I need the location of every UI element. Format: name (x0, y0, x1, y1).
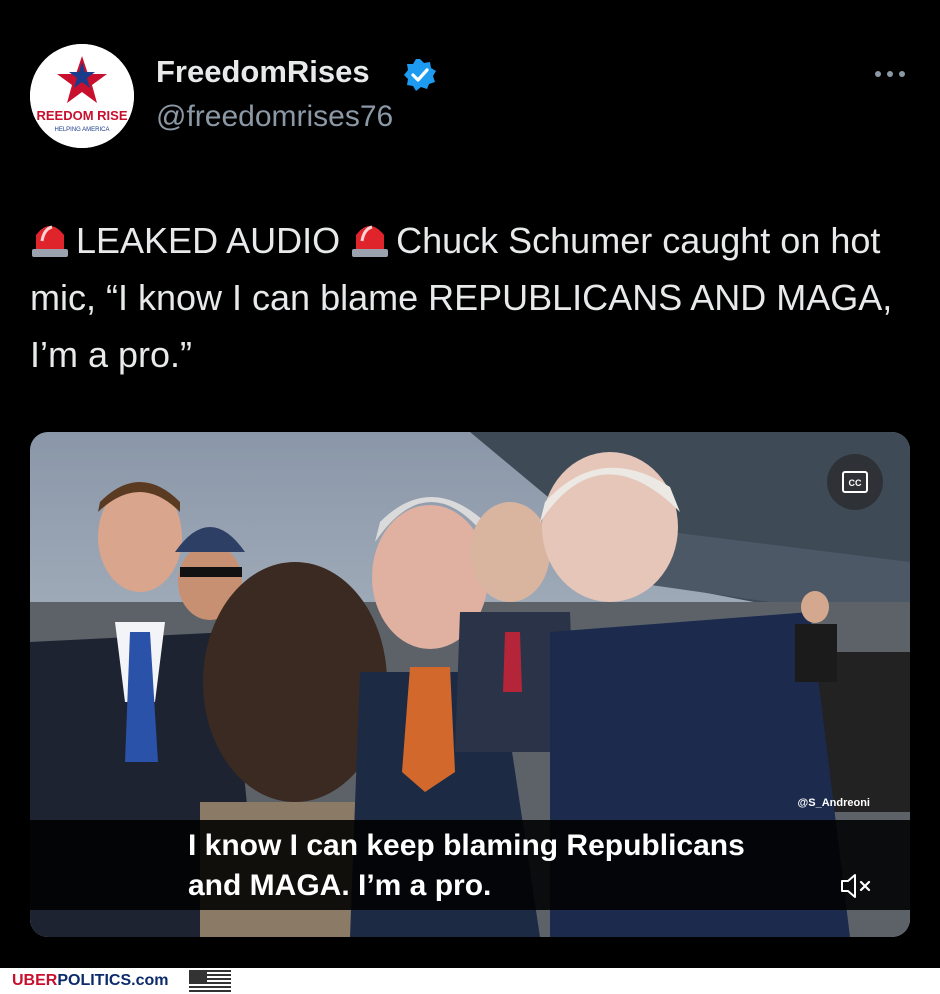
svg-text:CC: CC (849, 478, 862, 488)
speaker-muted-icon[interactable] (836, 868, 876, 904)
author-handle[interactable]: @freedomrises76 (156, 100, 393, 134)
freedom-rises-logo: REEDOM RISE HELPING AMERICA (30, 44, 134, 148)
svg-text:REEDOM RISE: REEDOM RISE (36, 108, 127, 123)
us-flag-icon (189, 970, 231, 992)
rotating-light-icon (352, 225, 389, 257)
video-credit: @S_Andreoni (797, 797, 870, 809)
closed-captions-button[interactable]: CC (827, 454, 883, 510)
more-options-icon[interactable] (870, 62, 910, 86)
closed-captions-icon: CC (842, 471, 868, 493)
author-avatar[interactable]: REEDOM RISE HELPING AMERICA (30, 44, 134, 148)
video-caption: I know I can keep blaming Republicans an… (188, 826, 745, 906)
rotating-light-icon (32, 225, 68, 257)
alert-label: LEAKED AUDIO (76, 220, 341, 261)
caption-line-1: I know I can keep blaming Republicans (188, 829, 745, 862)
author-display-name[interactable]: FreedomRises (156, 54, 370, 90)
site-footer: UBERPOLITICS.com (0, 968, 940, 994)
verified-badge-icon (404, 59, 436, 91)
site-brand[interactable]: UBERPOLITICS.com (12, 972, 168, 990)
caption-line-2: and MAGA. I’m a pro. (188, 869, 492, 902)
video-player[interactable]: CC @S_Andreoni I know I can keep blaming… (30, 432, 910, 937)
tweet-text: LEAKED AUDIO Chuck Schumer caught on hot… (30, 212, 910, 383)
svg-text:HELPING AMERICA: HELPING AMERICA (54, 127, 109, 133)
